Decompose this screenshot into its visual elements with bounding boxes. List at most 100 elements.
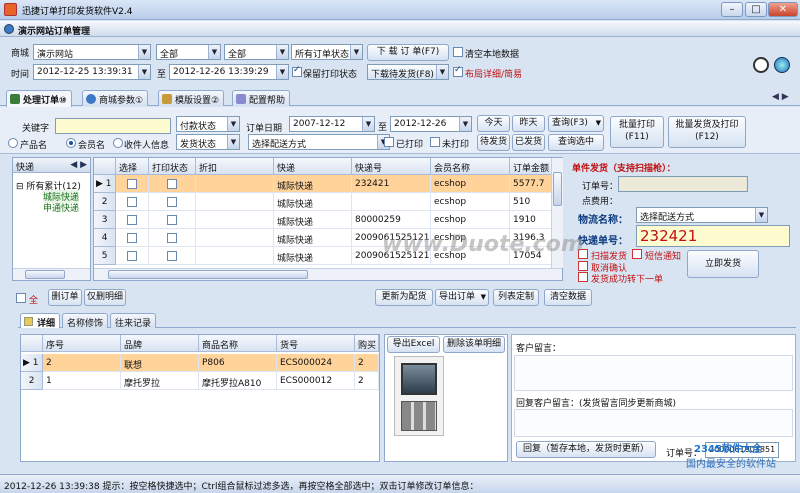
filter3-select[interactable]: 全部 ▼ <box>224 44 289 60</box>
query-button[interactable]: 查询(F3) ▼ <box>548 115 604 132</box>
row-select-checkbox[interactable] <box>127 179 137 189</box>
scroll-thumb[interactable] <box>108 270 308 279</box>
tree-item-express2[interactable]: 申通快递 <box>43 201 79 214</box>
clear-local-checkbox[interactable] <box>453 47 463 57</box>
tab-process-orders[interactable]: 处理订单⑩ <box>6 90 72 107</box>
reply-input[interactable] <box>514 409 793 437</box>
tab-detail[interactable]: 详细 <box>20 313 61 329</box>
row-index: 2 <box>94 193 116 211</box>
row-print-checkbox[interactable] <box>167 215 177 225</box>
phone-keypad <box>401 401 437 431</box>
chevron-down-icon: ▼ <box>362 117 374 131</box>
row-print-checkbox[interactable] <box>167 251 177 261</box>
auto-next-checkbox[interactable] <box>578 272 588 282</box>
row-select-checkbox[interactable] <box>127 233 137 243</box>
tab-shop-params[interactable]: 商城参数① <box>82 90 149 106</box>
select-all-checkbox[interactable] <box>16 293 26 303</box>
col-header-sku[interactable]: 货号 <box>277 335 355 352</box>
order-status-select[interactable]: 所有订单状态 ▼ <box>291 44 363 60</box>
col-header-brand[interactable]: 品牌 <box>121 335 199 352</box>
printed-checkbox[interactable] <box>384 137 394 147</box>
reply-button[interactable]: 回复（暂存本地，发货时更新） <box>516 441 656 458</box>
delete-order-button[interactable]: 删订单 <box>48 289 82 306</box>
yesterday-button[interactable]: 昨天 <box>512 115 545 132</box>
radio-receiver[interactable] <box>113 138 123 148</box>
shop-select[interactable]: 演示网站 ▼ <box>33 44 151 60</box>
col-header-select[interactable]: 选择 <box>116 158 149 175</box>
update-delivery-button[interactable]: 更新为配货 <box>375 289 433 306</box>
logistics-label: 物流名称： <box>578 215 628 226</box>
qq-icon[interactable] <box>753 57 769 73</box>
row-print-checkbox[interactable] <box>167 197 177 207</box>
chevron-down-icon: ▼ <box>227 135 239 149</box>
date-to-input[interactable]: 2012-12-26 ▼ <box>390 116 472 132</box>
today-button[interactable]: 今天 <box>477 115 510 132</box>
customer-message-text[interactable] <box>514 355 793 391</box>
time-label: 时间 <box>11 70 30 80</box>
col-header-member[interactable]: 会员名称 <box>431 158 510 175</box>
cell-amount: 5577.7 <box>510 175 552 193</box>
ship-now-button[interactable]: 立即发货 <box>687 250 759 278</box>
row-select-checkbox[interactable] <box>127 197 137 207</box>
time-from-input[interactable]: 2012-12-25 13:39:31 ▼ <box>33 64 151 80</box>
col-header-product[interactable]: 商品名称 <box>199 335 277 352</box>
col-header-discount[interactable]: 折扣 <box>196 158 274 175</box>
ie-icon[interactable] <box>774 57 790 73</box>
tab-config-help[interactable]: 配置帮助 <box>232 90 291 106</box>
orders-hscrollbar[interactable] <box>94 268 562 280</box>
radio-product[interactable] <box>8 138 18 148</box>
tracking-input[interactable]: 232421 <box>636 225 790 247</box>
date-from-input[interactable]: 2007-12-12 ▼ <box>289 116 375 132</box>
delivery-method-select[interactable]: 选择配送方式▼ <box>248 134 390 150</box>
unprinted-checkbox[interactable] <box>430 137 440 147</box>
layout-checkbox[interactable] <box>453 65 463 77</box>
download-pending-button[interactable]: 下载待发货(F8) ▼ <box>367 64 449 80</box>
tab-name-modify[interactable]: 名称修饰 <box>62 313 109 329</box>
tab-scroll-arrows[interactable]: ◀ ▶ <box>772 92 789 102</box>
batch-ship-print-button[interactable]: 批量发货及打印 (F12) <box>668 116 746 148</box>
sms-checkbox[interactable] <box>632 249 642 259</box>
col-header-qty[interactable]: 购买 <box>355 335 379 352</box>
batch-print-button[interactable]: 批量打印 (F11) <box>610 116 664 148</box>
export-orders-button[interactable]: 导出订单 ▼ <box>435 289 489 306</box>
pending-button[interactable]: 待发货 <box>477 134 510 151</box>
query-selected-button[interactable]: 查询选中 <box>548 134 604 151</box>
download-orders-button[interactable]: 下 载 订 单(F7) <box>367 44 449 61</box>
minimize-button[interactable]: – <box>721 2 743 17</box>
row-select-checkbox[interactable] <box>127 215 137 225</box>
order-no-input[interactable] <box>618 176 748 192</box>
col-header-express[interactable]: 快递 <box>274 158 352 175</box>
filter2-select[interactable]: 全部 ▼ <box>156 44 221 60</box>
cancel-confirm-checkbox[interactable] <box>578 261 588 271</box>
col-header-tracking[interactable]: 快递号 <box>352 158 431 175</box>
maximize-button[interactable]: □ <box>745 2 767 17</box>
col-header-amount[interactable]: 订单金额 <box>510 158 552 175</box>
logistics-select[interactable]: 选择配送方式 ▼ <box>636 207 768 223</box>
tab-history[interactable]: 往来记录 <box>110 313 157 329</box>
tree-scrollbar[interactable] <box>13 268 90 280</box>
keyword-input[interactable] <box>55 118 171 134</box>
export-excel-button[interactable]: 导出Excel <box>387 336 440 353</box>
clear-data-button[interactable]: 清空数据 <box>544 289 592 306</box>
delete-detail-only-button[interactable]: 仅删明细 <box>84 289 126 306</box>
tab-template-settings[interactable]: 模版设置② <box>158 90 225 106</box>
template-icon <box>162 94 172 104</box>
row-print-checkbox[interactable] <box>167 233 177 243</box>
row-print-checkbox[interactable] <box>167 179 177 189</box>
row-select-checkbox[interactable] <box>127 251 137 261</box>
delete-order-detail-button[interactable]: 删除该单明细 <box>443 336 505 353</box>
scroll-thumb[interactable] <box>553 172 562 206</box>
scroll-thumb[interactable] <box>25 270 65 279</box>
shop-label: 商城 <box>11 49 30 59</box>
radio-member[interactable] <box>66 138 76 148</box>
column-custom-button[interactable]: 列表定制 <box>493 289 539 306</box>
customer-message-label: 客户留言： <box>516 344 562 354</box>
col-header-print-status[interactable]: 打印状态 <box>149 158 196 175</box>
close-button[interactable]: ✕ <box>768 2 798 17</box>
time-to-input[interactable]: 2012-12-26 13:39:29 ▼ <box>169 64 289 80</box>
col-header-seq[interactable]: 序号 <box>43 335 121 352</box>
ship-status-select[interactable]: 发货状态 ▼ <box>176 134 240 150</box>
pay-status-select[interactable]: 付款状态 ▼ <box>176 116 240 132</box>
keep-print-checkbox[interactable] <box>292 65 302 77</box>
shipped-button[interactable]: 已发货 <box>512 134 545 151</box>
